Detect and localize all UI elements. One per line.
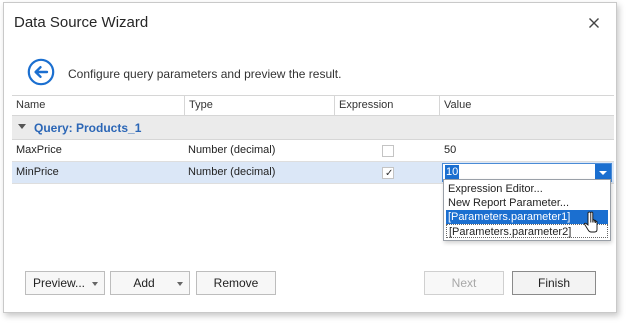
column-header-expression[interactable]: Expression <box>334 96 439 116</box>
value-dropdown-list: Expression Editor... New Report Paramete… <box>443 179 611 241</box>
dropdown-item-parameter1[interactable]: [Parameters.parameter1] <box>446 210 608 224</box>
add-button[interactable]: Add <box>110 271 190 295</box>
dropdown-item-expression-editor[interactable]: Expression Editor... <box>446 182 608 196</box>
column-header-name[interactable]: Name <box>12 96 184 116</box>
column-header-value[interactable]: Value <box>439 96 614 116</box>
table-row[interactable]: MaxPrice Number (decimal) 50 <box>12 140 614 162</box>
param-name: MinPrice <box>16 166 59 178</box>
back-arrow-icon[interactable] <box>27 58 55 86</box>
dropdown-item-new-report-parameter[interactable]: New Report Parameter... <box>446 196 608 210</box>
param-type: Number (decimal) <box>188 166 276 178</box>
query-group-row[interactable]: Query: Products_1 <box>12 116 614 140</box>
preview-button[interactable]: Preview... <box>25 271 105 295</box>
close-icon[interactable] <box>586 15 602 31</box>
param-value[interactable]: 50 <box>440 140 456 161</box>
dialog-title: Data Source Wizard <box>14 14 149 31</box>
chevron-down-icon <box>599 171 607 175</box>
grid-header-row: Name Type Expression Value <box>12 96 614 116</box>
data-source-wizard-dialog: Data Source Wizard Configure query param… <box>3 2 617 313</box>
chevron-down-icon <box>92 282 98 286</box>
add-button-label: Add <box>133 276 155 290</box>
next-button-label: Next <box>451 276 477 290</box>
header-description: Configure query parameters and preview t… <box>68 67 342 81</box>
chevron-down-icon <box>177 282 183 286</box>
param-name: MaxPrice <box>16 144 62 156</box>
collapse-arrow-icon[interactable] <box>18 124 26 129</box>
expression-checkbox[interactable]: ✓ <box>382 167 394 179</box>
finish-button-label: Finish <box>537 276 570 290</box>
remove-button[interactable]: Remove <box>196 271 276 295</box>
expression-checkbox[interactable] <box>382 145 394 157</box>
wizard-footer: Preview... Add Remove Next Finish <box>4 259 616 312</box>
wizard-header: Configure query parameters and preview t… <box>4 45 616 95</box>
title-bar: Data Source Wizard <box>4 3 616 45</box>
finish-button[interactable]: Finish <box>512 271 596 295</box>
preview-button-label: Preview... <box>32 276 86 290</box>
dropdown-item-parameter2[interactable]: [Parameters.parameter2] <box>446 224 608 238</box>
next-button[interactable]: Next <box>424 271 504 295</box>
column-header-type[interactable]: Type <box>184 96 334 116</box>
remove-button-label: Remove <box>213 276 259 290</box>
checkmark-icon: ✓ <box>385 168 394 179</box>
value-input-text[interactable]: 10 <box>445 165 460 180</box>
param-type: Number (decimal) <box>188 144 276 156</box>
query-group-label: Query: Products_1 <box>34 121 142 135</box>
